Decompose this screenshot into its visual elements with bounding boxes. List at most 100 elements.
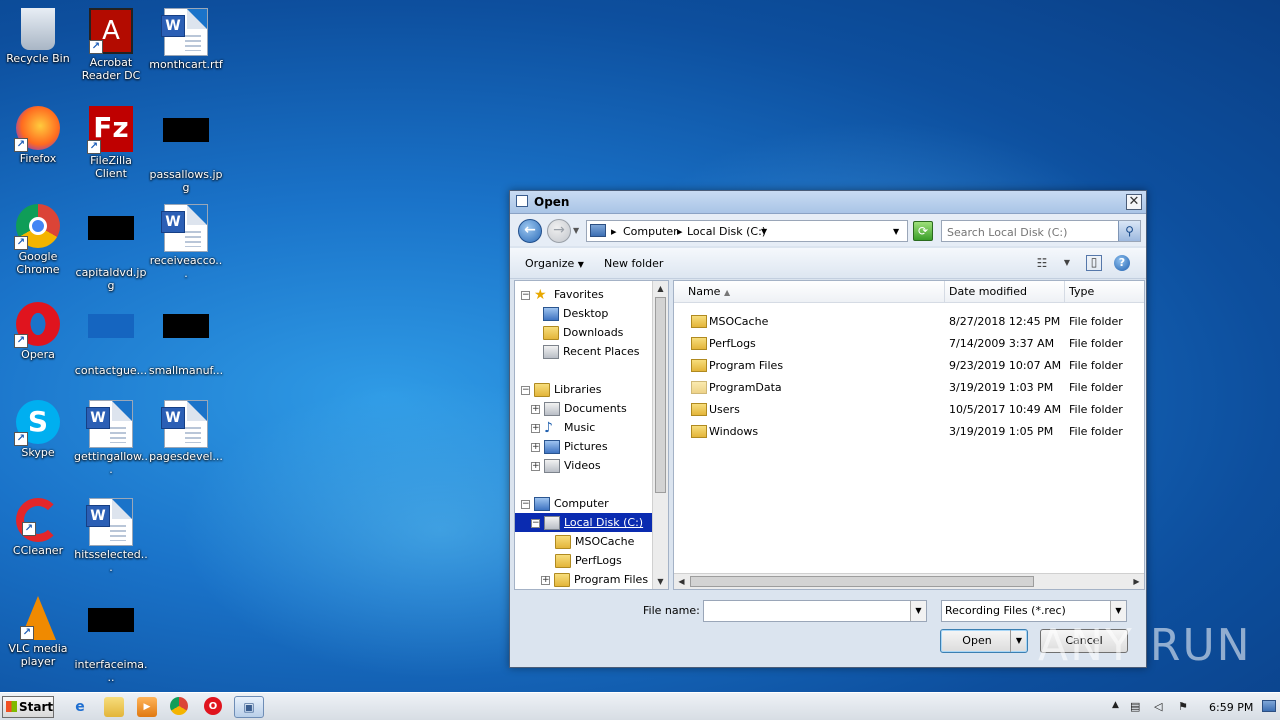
desktop-icon-receiveacco[interactable]: W receiveacco... bbox=[148, 198, 224, 280]
tree-item-desktop[interactable]: Desktop bbox=[543, 304, 608, 323]
breadcrumb-separator[interactable]: ▸ bbox=[611, 225, 617, 238]
preview-pane-icon[interactable]: ▯ bbox=[1086, 255, 1102, 271]
breadcrumb-dropdown-icon[interactable]: ▼ bbox=[761, 227, 767, 236]
chrome-taskbar-icon[interactable] bbox=[170, 697, 188, 715]
new-folder-button[interactable]: New folder bbox=[604, 257, 663, 270]
desktop-icon-recycle-bin[interactable]: Recycle Bin bbox=[0, 2, 76, 65]
search-icon[interactable]: ⚲ bbox=[1118, 221, 1140, 241]
desktop-icon-hitsselected[interactable]: W hitsselected... bbox=[73, 492, 149, 574]
recent-locations-dropdown-icon[interactable]: ▼ bbox=[573, 226, 579, 235]
forward-button[interactable]: → bbox=[547, 219, 571, 243]
file-row[interactable]: ProgramData 3/19/2019 1:03 PM File folder bbox=[674, 377, 1144, 399]
column-header-name[interactable]: Name ▲ bbox=[674, 281, 945, 303]
expand-toggle-icon[interactable]: + bbox=[541, 575, 550, 585]
desktop-icon-ccleaner[interactable]: ↗ CCleaner bbox=[0, 492, 76, 557]
scrollbar-thumb[interactable] bbox=[655, 297, 666, 493]
help-icon[interactable]: ? bbox=[1114, 255, 1130, 271]
file-explorer-icon[interactable] bbox=[104, 697, 124, 717]
media-player-icon[interactable]: ▶ bbox=[137, 697, 157, 717]
breadcrumb-local-disk[interactable]: Local Disk (C:) bbox=[687, 225, 766, 238]
organize-button[interactable]: Organize ▼ bbox=[525, 257, 584, 270]
expand-toggle-icon[interactable]: + bbox=[531, 461, 540, 471]
tree-item-pictures[interactable]: + Pictures bbox=[531, 437, 608, 456]
system-clock[interactable]: 6:59 PM bbox=[1209, 701, 1253, 714]
desktop-icon-gettingallow[interactable]: W gettingallow... bbox=[73, 394, 149, 476]
file-row[interactable]: Users 10/5/2017 10:49 AM File folder bbox=[674, 399, 1144, 421]
tree-item-libraries[interactable]: − Libraries bbox=[521, 380, 602, 399]
collapse-toggle-icon[interactable]: − bbox=[521, 499, 530, 509]
breadcrumb-separator[interactable]: ▸ bbox=[677, 225, 683, 238]
tree-item-local-disk[interactable]: − Local Disk (C:) bbox=[515, 513, 654, 532]
network-icon[interactable]: ▤ bbox=[1130, 700, 1140, 713]
tree-item-computer[interactable]: − Computer bbox=[521, 494, 609, 513]
file-name-combobox[interactable]: ▼ bbox=[703, 600, 927, 622]
dialog-titlebar[interactable]: Open ✕ bbox=[510, 191, 1146, 214]
chevron-down-icon[interactable]: ▼ bbox=[910, 601, 926, 621]
tree-item-perflogs[interactable]: PerfLogs bbox=[555, 551, 622, 570]
desktop-icon-interfaceima[interactable]: interfaceima... bbox=[73, 590, 149, 684]
expand-toggle-icon[interactable]: + bbox=[531, 442, 540, 452]
open-split-dropdown-icon[interactable]: ▼ bbox=[1010, 630, 1027, 652]
collapse-toggle-icon[interactable]: − bbox=[521, 290, 530, 300]
desktop-icon-filezilla[interactable]: Fz ↗ FileZilla Client bbox=[73, 100, 149, 180]
open-dialog-taskbar-button[interactable]: ▣ bbox=[234, 696, 264, 718]
tree-item-msocache[interactable]: MSOCache bbox=[555, 532, 634, 551]
address-bar[interactable]: ▸ Computer ▸ Local Disk (C:) ▼ ▼ bbox=[586, 220, 908, 242]
desktop-icon-skype[interactable]: S ↗ Skype bbox=[0, 394, 76, 459]
volume-icon[interactable]: ◁ bbox=[1154, 700, 1162, 713]
tree-item-documents[interactable]: + Documents bbox=[531, 399, 627, 418]
file-row[interactable]: Program Files 9/23/2019 10:07 AM File fold… bbox=[674, 355, 1144, 377]
scroll-right-icon[interactable]: ▶ bbox=[1129, 574, 1144, 589]
desktop-icon-vlc[interactable]: ↗ VLC media player bbox=[0, 590, 76, 668]
scroll-down-icon[interactable]: ▼ bbox=[653, 574, 668, 589]
open-button[interactable]: Open ▼ bbox=[940, 629, 1028, 653]
address-history-dropdown-icon[interactable]: ▼ bbox=[893, 227, 899, 236]
nav-scrollbar[interactable]: ▲ ▼ bbox=[652, 281, 668, 589]
action-center-flag-icon[interactable]: ⚑ bbox=[1178, 700, 1188, 713]
desktop-icon-pagesdevel[interactable]: W pagesdevel... bbox=[148, 394, 224, 463]
chevron-down-icon[interactable]: ▼ bbox=[1110, 601, 1126, 621]
search-input[interactable] bbox=[945, 222, 1119, 242]
internet-explorer-icon[interactable]: e bbox=[70, 697, 90, 717]
tree-item-music[interactable]: + ♪ Music bbox=[531, 418, 595, 437]
desktop-icon-acrobat[interactable]: A ↗ Acrobat Reader DC bbox=[73, 2, 149, 82]
expand-toggle-icon[interactable]: + bbox=[531, 423, 540, 433]
column-header-type[interactable]: Type bbox=[1065, 281, 1144, 303]
file-row[interactable]: MSOCache 8/27/2018 12:45 PM File folder bbox=[674, 311, 1144, 333]
file-row[interactable]: Windows 3/19/2019 1:05 PM File folder bbox=[674, 421, 1144, 443]
desktop-icon-smallmanuf[interactable]: smallmanuf... bbox=[148, 296, 224, 377]
tree-item-downloads[interactable]: Downloads bbox=[543, 323, 623, 342]
opera-taskbar-icon[interactable]: O bbox=[204, 697, 222, 715]
show-desktop-icon[interactable] bbox=[1262, 700, 1276, 712]
column-header-date[interactable]: Date modified bbox=[945, 281, 1065, 303]
start-button[interactable]: Start bbox=[2, 696, 54, 718]
collapse-toggle-icon[interactable]: − bbox=[531, 518, 540, 528]
search-box[interactable]: ⚲ bbox=[941, 220, 1141, 242]
desktop-icon-passallows[interactable]: passallows.jpg bbox=[148, 100, 224, 194]
expand-toggle-icon[interactable]: + bbox=[531, 404, 540, 414]
show-hidden-icons[interactable]: ▲ bbox=[1112, 700, 1119, 710]
scroll-left-icon[interactable]: ◀ bbox=[674, 574, 689, 589]
close-button[interactable]: ✕ bbox=[1126, 194, 1142, 210]
view-dropdown-icon[interactable]: ▼ bbox=[1059, 255, 1075, 271]
tree-item-videos[interactable]: + Videos bbox=[531, 456, 601, 475]
desktop-icon-opera[interactable]: ↗ Opera bbox=[0, 296, 76, 361]
tree-item-favorites[interactable]: − ★ Favorites bbox=[521, 285, 604, 304]
refresh-button[interactable]: ⟳ bbox=[913, 221, 933, 241]
tree-item-recent-places[interactable]: Recent Places bbox=[543, 342, 640, 361]
back-button[interactable]: ← bbox=[518, 219, 542, 243]
desktop-icon-chrome[interactable]: ↗ Google Chrome bbox=[0, 198, 76, 276]
scrollbar-thumb[interactable] bbox=[690, 576, 1034, 587]
file-row[interactable]: PerfLogs 7/14/2009 3:37 AM File folder bbox=[674, 333, 1144, 355]
breadcrumb-computer[interactable]: Computer bbox=[623, 225, 678, 238]
tree-item-program-files[interactable]: + Program Files bbox=[541, 570, 648, 589]
scroll-up-icon[interactable]: ▲ bbox=[653, 281, 668, 296]
change-view-icon[interactable]: ☷ bbox=[1034, 255, 1050, 271]
collapse-toggle-icon[interactable]: − bbox=[521, 385, 530, 395]
file-type-filter-select[interactable]: Recording Files (*.rec) ▼ bbox=[941, 600, 1127, 622]
desktop-icon-capitaldvd[interactable]: capitaldvd.jpg bbox=[73, 198, 149, 292]
desktop-icon-firefox[interactable]: ↗ Firefox bbox=[0, 100, 76, 165]
horizontal-scrollbar[interactable]: ◀ ▶ bbox=[674, 573, 1144, 589]
desktop-icon-contactgue[interactable]: contactgue... bbox=[73, 296, 149, 377]
desktop-icon-monthcart[interactable]: W monthcart.rtf bbox=[148, 2, 224, 71]
